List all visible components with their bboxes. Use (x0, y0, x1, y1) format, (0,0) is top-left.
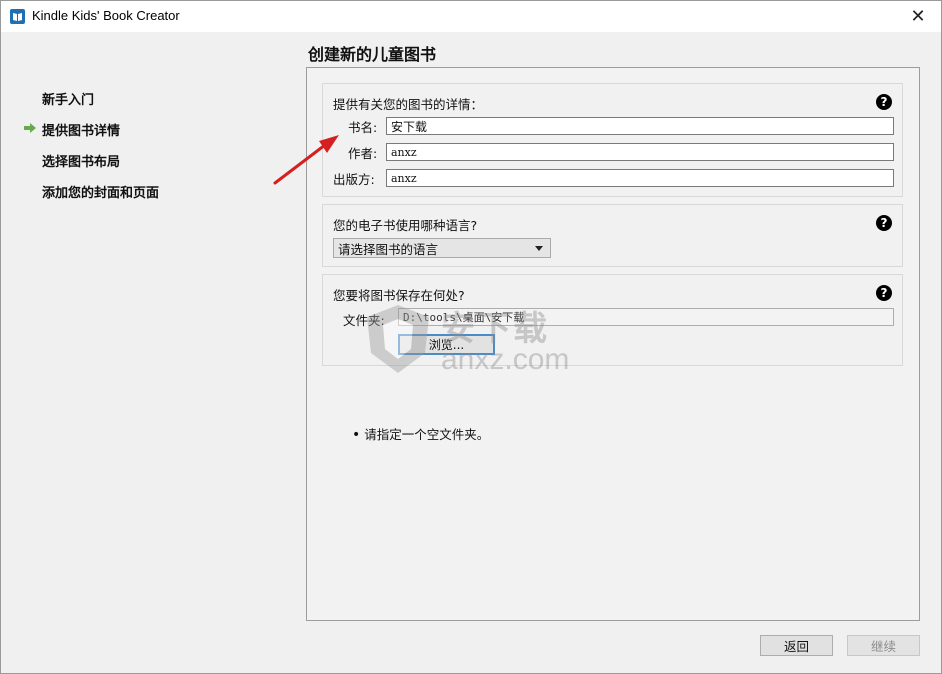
main-panel: 提供有关您的图书的详情： ? 书名: 安下载 作者: anxz 出版方: anx… (306, 67, 920, 621)
kindle-book-icon (10, 9, 25, 24)
next-button[interactable]: 继续 (847, 635, 920, 656)
folder-label: 文件夹: (343, 313, 385, 328)
empty-folder-note: • 请指定一个空文件夹。 (352, 424, 489, 443)
back-button[interactable]: 返回 (760, 635, 833, 656)
book-details-heading: 提供有关您的图书的详情： (333, 97, 484, 112)
note-text: 请指定一个空文件夹。 (364, 427, 490, 442)
browse-button[interactable]: 浏览... (398, 334, 495, 355)
publisher-field[interactable]: anxz (386, 169, 894, 187)
help-icon[interactable]: ? (876, 215, 892, 231)
save-location-group: 您要将图书保存在何处? ? 文件夹: D:\tools\桌面\安下载 浏览... (322, 274, 903, 366)
help-icon[interactable]: ? (876, 285, 892, 301)
sidebar-item-cover-pages[interactable]: 添加您的封面和页面 (42, 182, 159, 201)
sidebar-item-book-layout[interactable]: 选择图书布局 (42, 151, 120, 170)
language-heading: 您的电子书使用哪种语言? (333, 218, 478, 233)
close-button[interactable]: ✕ (895, 1, 941, 32)
title-label: 书名: (348, 120, 378, 135)
app-window: Kindle Kids' Book Creator ✕ 创建新的儿童图书 新手入… (0, 0, 942, 674)
green-arrow-right-icon (24, 123, 36, 133)
title-bar: Kindle Kids' Book Creator ✕ (1, 1, 941, 32)
chevron-down-icon (535, 246, 543, 251)
language-select[interactable]: 请选择图书的语言 (333, 238, 551, 258)
book-details-group: 提供有关您的图书的详情： ? 书名: 安下载 作者: anxz 出版方: anx… (322, 83, 903, 197)
author-field[interactable]: anxz (386, 143, 894, 161)
save-location-heading: 您要将图书保存在何处? (333, 288, 465, 303)
sidebar-item-book-details[interactable]: 提供图书详情 (42, 120, 120, 139)
page-title: 创建新的儿童图书 (308, 45, 437, 64)
language-group: 您的电子书使用哪种语言? ? 请选择图书的语言 (322, 204, 903, 267)
bullet: • (352, 427, 361, 443)
title-field[interactable]: 安下载 (386, 117, 894, 135)
language-select-value: 请选择图书的语言 (338, 241, 439, 257)
red-arrow-annotation (273, 135, 339, 185)
author-label: 作者: (348, 146, 378, 161)
folder-path-field[interactable]: D:\tools\桌面\安下载 (398, 308, 894, 326)
window-title: Kindle Kids' Book Creator (32, 8, 180, 23)
sidebar-item-getting-started[interactable]: 新手入门 (42, 89, 94, 108)
help-icon[interactable]: ? (876, 94, 892, 110)
